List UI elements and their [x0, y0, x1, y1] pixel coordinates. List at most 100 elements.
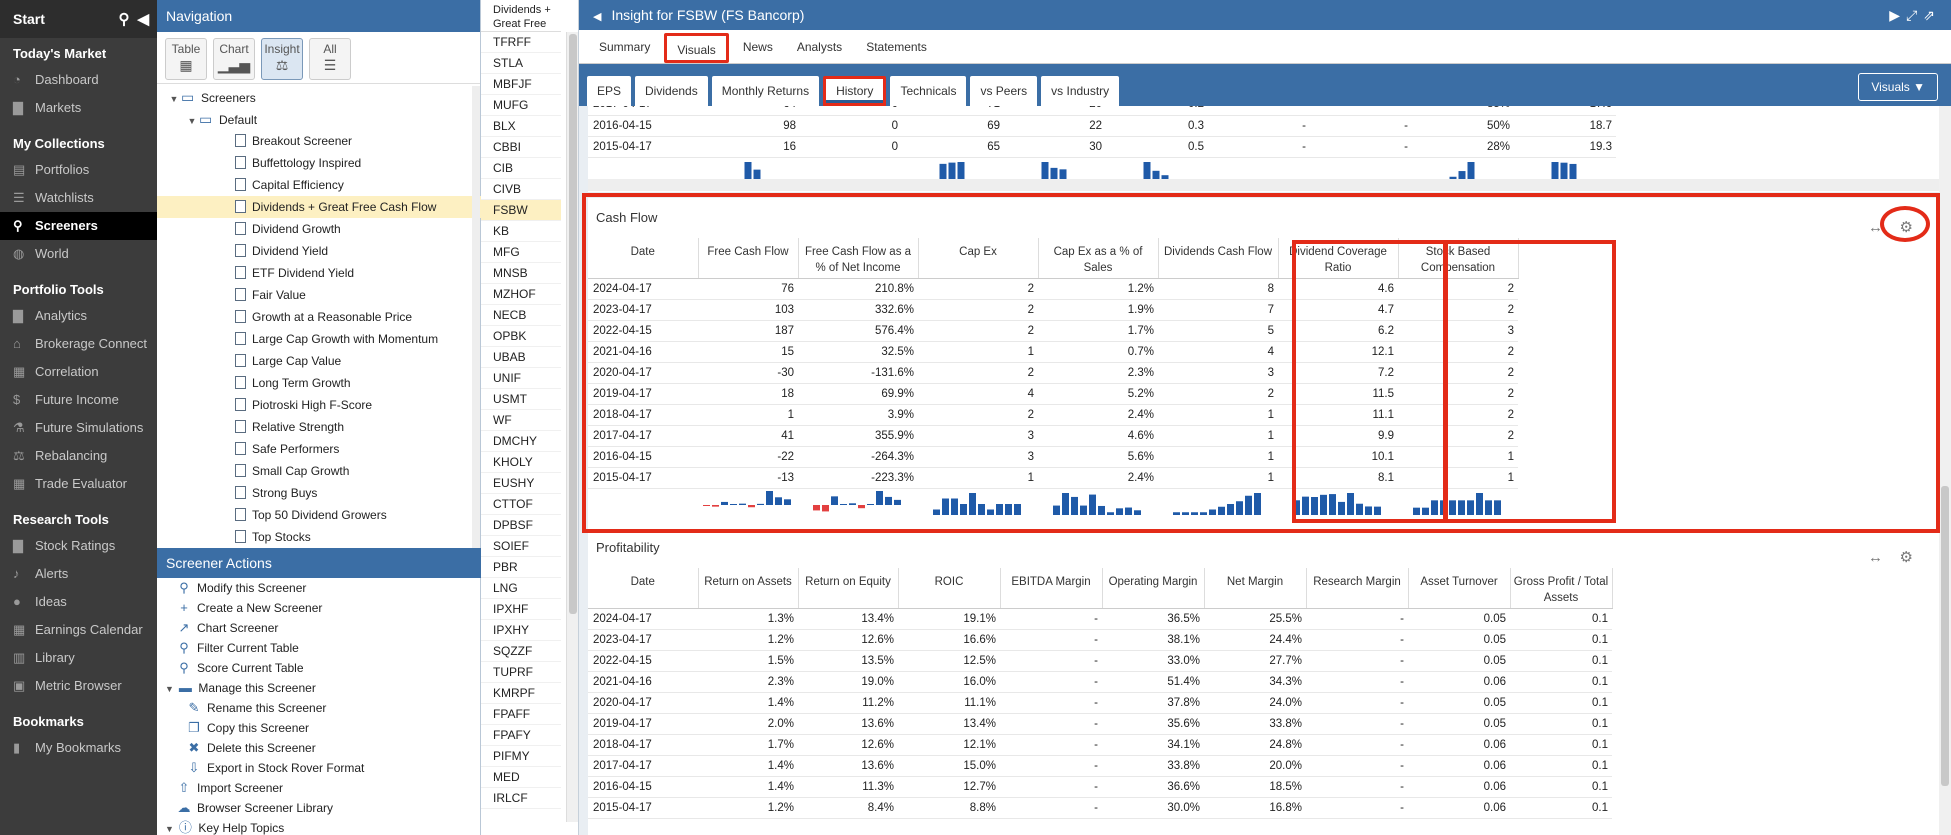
ticker-item[interactable]: MZHOF [481, 284, 561, 305]
ticker-item[interactable]: MUFG [481, 95, 561, 116]
subtab-vs-peers[interactable]: vs Peers [970, 76, 1038, 106]
column-header[interactable]: Dividend Coverage Ratio [1278, 238, 1399, 279]
screener-item[interactable]: Fair Value [157, 284, 481, 306]
sidebar-item-stock-ratings[interactable]: ▇ Stock Ratings [0, 532, 157, 560]
action-export-in-stock-rover-format[interactable]: ⇩ Export in Stock Rover Format [157, 758, 481, 778]
tab-visuals[interactable]: Visuals [664, 33, 729, 63]
sidebar-item-world[interactable]: ◍ World [0, 240, 157, 268]
subtab-eps[interactable]: EPS [587, 76, 632, 106]
column-header[interactable]: Free Cash Flow as a % of Net Income [798, 238, 919, 279]
tab-analysts[interactable]: Analysts [787, 33, 852, 63]
mode-chart-button[interactable]: Chart ▁▃▅ [213, 38, 255, 80]
sidebar-item-correlation[interactable]: ▦ Correlation [0, 358, 157, 386]
start-label[interactable]: Start [13, 11, 45, 27]
table-row[interactable]: 2016-04-15 98 0 69 22 0.3- -50% 18.7 [588, 115, 1836, 137]
action-rename-this-screener[interactable]: ✎ Rename this Screener [157, 698, 481, 718]
column-header[interactable]: Date [588, 238, 699, 279]
popout-icon[interactable]: ⇗ [1923, 7, 1941, 23]
screener-item[interactable]: Safe Performers [157, 438, 481, 460]
sidebar-item-markets[interactable]: ▇ Markets [0, 94, 157, 122]
screener-item[interactable]: Dividend Yield [157, 240, 481, 262]
chevron-down-icon[interactable]: ▼ [185, 110, 199, 132]
collapse-left-icon[interactable]: ◀ [137, 10, 149, 28]
ticker-item[interactable]: USMT [481, 389, 561, 410]
table-row[interactable]: 2015-04-17 -13 -223.3% 1 2.4% 1 8.1 1 [588, 467, 1518, 489]
column-header[interactable]: Cap Ex as a % of Sales [1038, 238, 1159, 279]
expand-right-icon[interactable]: ▶ [1889, 7, 1906, 23]
fullscreen-icon[interactable]: ⤢ [1906, 7, 1923, 23]
chevron-down-icon[interactable]: ▼ [165, 824, 176, 834]
ticker-item[interactable]: LNG [481, 578, 561, 599]
ticker-item[interactable]: EUSHY [481, 473, 561, 494]
tree-scrollbar[interactable] [472, 86, 480, 548]
ticker-list-header[interactable]: Dividends + Great Free [481, 0, 561, 32]
tree-folder-default[interactable]: ▼ ▭ Default [157, 108, 481, 130]
ticker-item[interactable]: PIFMY [481, 746, 561, 767]
table-row[interactable]: 2016-04-15 -22 -264.3% 3 5.6% 1 10.1 1 [588, 446, 1518, 468]
resize-columns-icon[interactable]: ↔ [1868, 538, 1883, 578]
ticker-item[interactable]: DPBSF [481, 515, 561, 536]
ticker-item[interactable]: KHOLY [481, 452, 561, 473]
sidebar-item-future-simulations[interactable]: ⚗ Future Simulations [0, 414, 157, 442]
visuals-dropdown-button[interactable]: Visuals ▼ [1858, 73, 1938, 101]
table-row[interactable]: 2019-04-17 2.0% 13.6% 13.4% -35.6% 33.8% -0.05… [588, 713, 1612, 735]
ticker-item[interactable]: MNSB [481, 263, 561, 284]
tab-summary[interactable]: Summary [589, 33, 660, 63]
sidebar-item-metric-browser[interactable]: ▣ Metric Browser [0, 672, 157, 700]
chevron-down-icon[interactable]: ▼ [165, 684, 176, 694]
screener-item[interactable]: Large Cap Growth with Momentum [157, 328, 481, 350]
table-row[interactable]: 2024-04-17 1.3% 13.4% 19.1% -36.5% 25.5% -0.05… [588, 608, 1612, 630]
subtab-dividends[interactable]: Dividends [635, 76, 708, 106]
ticker-item[interactable]: FSBW [481, 200, 561, 221]
subtab-vs-industry[interactable]: vs Industry [1041, 76, 1120, 106]
table-row[interactable]: 2022-04-15 1.5% 13.5% 12.5% -33.0% 27.7% -0.05… [588, 650, 1612, 672]
table-row[interactable]: 2017-04-17 1.4% 13.6% 15.0% -33.8% 20.0% -0.06… [588, 755, 1612, 777]
sidebar-item-my-bookmarks[interactable]: ▮ My Bookmarks [0, 734, 157, 762]
screener-item[interactable]: Buffettology Inspired [157, 152, 481, 174]
table-row[interactable]: 2019-04-17 18 69.9% 4 5.2% 2 11.5 2 [588, 383, 1518, 405]
screener-item[interactable]: ETF Dividend Yield [157, 262, 481, 284]
table-row[interactable]: 2023-04-17 1.2% 12.6% 16.6% -38.1% 24.4% -0.05… [588, 629, 1612, 651]
column-header[interactable]: Net Margin [1204, 568, 1307, 609]
sidebar-item-dashboard[interactable]: ◔ Dashboard [0, 66, 157, 94]
ticker-item[interactable]: SOIEF [481, 536, 561, 557]
sidebar-item-portfolios[interactable]: ▤ Portfolios [0, 156, 157, 184]
ticker-item[interactable]: WF [481, 410, 561, 431]
screener-item[interactable]: Top Stocks [157, 526, 481, 548]
tab-news[interactable]: News [733, 33, 783, 63]
ticker-item[interactable]: MBFJF [481, 74, 561, 95]
table-row[interactable]: 2020-04-17 -30 -131.6% 2 2.3% 3 7.2 2 [588, 362, 1518, 384]
table-row[interactable]: 2018-04-17 1 3.9% 2 2.4% 1 11.1 2 [588, 404, 1518, 426]
sidebar-item-analytics[interactable]: ▇ Analytics [0, 302, 157, 330]
ticker-item[interactable]: CIVB [481, 179, 561, 200]
action-browser-screener-library[interactable]: ☁ Browser Screener Library [157, 798, 481, 818]
sidebar-item-rebalancing[interactable]: ⚖ Rebalancing [0, 442, 157, 470]
screener-item[interactable]: Strong Buys [157, 482, 481, 504]
table-row[interactable]: 2017-04-17 41 355.9% 3 4.6% 1 9.9 2 [588, 425, 1518, 447]
subtab-history[interactable]: History [823, 76, 887, 106]
screener-item[interactable]: Long Term Growth [157, 372, 481, 394]
ticker-item[interactable]: TFRFF [481, 32, 561, 53]
table-row[interactable]: 2021-04-16 15 32.5% 1 0.7% 4 12.1 2 [588, 341, 1518, 363]
mode-insight-button[interactable]: Insight ⚖ [261, 38, 303, 80]
screener-item[interactable]: Piotroski High F-Score [157, 394, 481, 416]
subtab-monthly-returns[interactable]: Monthly Returns [711, 76, 820, 106]
tree-folder-screeners[interactable]: ▼ ▭ Screeners [157, 86, 481, 108]
collapse-nav-icon[interactable]: ◀ [593, 11, 601, 23]
ticker-item[interactable]: IPXHY [481, 620, 561, 641]
ticker-item[interactable]: OPBK [481, 326, 561, 347]
screener-item[interactable]: Dividends + Great Free Cash Flow [157, 196, 481, 218]
sidebar-item-ideas[interactable]: ● Ideas [0, 588, 157, 616]
ticker-item[interactable]: MED [481, 767, 561, 788]
screener-item[interactable]: Small Cap Growth [157, 460, 481, 482]
action-chart-screener[interactable]: ↗ Chart Screener [157, 618, 481, 638]
action-copy-this-screener[interactable]: ❐ Copy this Screener [157, 718, 481, 738]
table-row[interactable]: 2023-04-17 103 332.6% 2 1.9% 7 4.7 2 [588, 299, 1518, 321]
screener-item[interactable]: Large Cap Value [157, 350, 481, 372]
screener-item[interactable]: Breakout Screener [157, 130, 481, 152]
column-header[interactable]: Operating Margin [1102, 568, 1205, 609]
resize-columns-icon[interactable]: ↔ [1868, 208, 1883, 248]
ticker-item[interactable]: UNIF [481, 368, 561, 389]
main-scroll-thumb[interactable] [1941, 486, 1949, 786]
tab-statements[interactable]: Statements [856, 33, 937, 63]
